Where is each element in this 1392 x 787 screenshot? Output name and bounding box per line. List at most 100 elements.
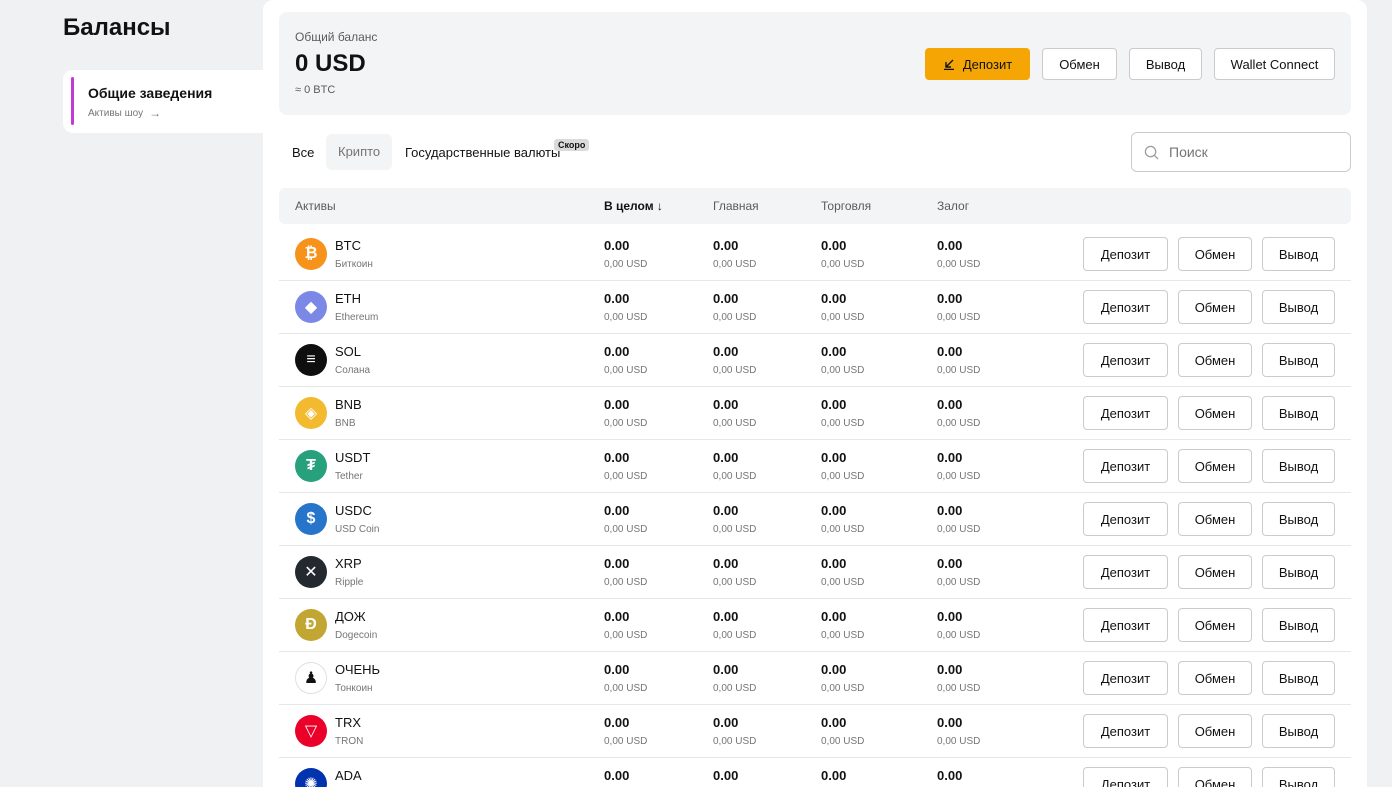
ethereum-icon: ◆ — [295, 291, 327, 323]
tron-icon: ▽ — [295, 715, 327, 747]
row-deposit-button[interactable]: Депозит — [1083, 502, 1168, 536]
main-usd: 0,00 USD — [713, 259, 757, 270]
dogecoin-icon: Ð — [295, 609, 327, 641]
row-deposit-button[interactable]: Депозит — [1083, 555, 1168, 589]
row-withdraw-button[interactable]: Вывод — [1262, 661, 1335, 695]
tab-fiat[interactable]: Государственные валюты — [405, 145, 560, 160]
row-exchange-button[interactable]: Обмен — [1178, 661, 1252, 695]
row-withdraw-button[interactable]: Вывод — [1262, 714, 1335, 748]
usd-coin-icon: $ — [295, 503, 327, 535]
search-icon — [1144, 145, 1159, 159]
cardano-icon: ✺ — [295, 768, 327, 787]
withdraw-button[interactable]: Вывод — [1129, 48, 1202, 80]
total-value: 0.00 — [604, 715, 630, 730]
table-row: Ð ДОЖ Dogecoin 0.00 0,00 USD 0.00 0,00 U… — [279, 599, 1351, 652]
row-withdraw-button[interactable]: Вывод — [1262, 449, 1335, 483]
row-withdraw-button[interactable]: Вывод — [1262, 502, 1335, 536]
main-usd: 0,00 USD — [713, 418, 757, 429]
exchange-button[interactable]: Обмен — [1042, 48, 1117, 80]
row-deposit-button[interactable]: Депозит — [1083, 290, 1168, 324]
row-deposit-button[interactable]: Депозит — [1083, 449, 1168, 483]
collateral-usd: 0,00 USD — [937, 524, 981, 535]
balance-btc: ≈ 0 BTC — [295, 84, 336, 96]
deposit-button[interactable]: Депозит — [925, 48, 1030, 80]
main-usd: 0,00 USD — [713, 683, 757, 694]
asset-symbol: SOL — [335, 344, 362, 359]
total-usd: 0,00 USD — [604, 736, 648, 747]
row-withdraw-button[interactable]: Вывод — [1262, 767, 1335, 787]
row-exchange-button[interactable]: Обмен — [1178, 608, 1252, 642]
row-deposit-button[interactable]: Депозит — [1083, 608, 1168, 642]
total-value: 0.00 — [604, 450, 630, 465]
search-box[interactable] — [1131, 132, 1351, 172]
collateral-value: 0.00 — [937, 291, 963, 306]
search-input[interactable] — [1169, 144, 1339, 160]
trade-value: 0.00 — [821, 768, 847, 783]
row-withdraw-button[interactable]: Вывод — [1262, 343, 1335, 377]
row-withdraw-button[interactable]: Вывод — [1262, 608, 1335, 642]
total-value: 0.00 — [604, 238, 630, 253]
sidebar-item-common-accounts[interactable]: Общие заведения Активы шоу → — [63, 70, 273, 133]
wallet-connect-button[interactable]: Wallet Connect — [1214, 48, 1335, 80]
tab-all[interactable]: Все — [292, 145, 314, 160]
collateral-usd: 0,00 USD — [937, 259, 981, 270]
tab-crypto[interactable]: Крипто — [326, 134, 393, 170]
row-deposit-button[interactable]: Депозит — [1083, 396, 1168, 430]
asset-symbol: BNB — [335, 397, 362, 412]
row-withdraw-button[interactable]: Вывод — [1262, 555, 1335, 589]
trade-value: 0.00 — [821, 397, 847, 412]
main-usd: 0,00 USD — [713, 736, 757, 747]
table-row: ₮ USDT Tether 0.00 0,00 USD 0.00 0,00 US… — [279, 440, 1351, 493]
row-exchange-button[interactable]: Обмен — [1178, 767, 1252, 787]
row-exchange-button[interactable]: Обмен — [1178, 343, 1252, 377]
sidebar-item-link[interactable]: Активы шоу → — [88, 106, 161, 120]
sidebar-item-title: Общие заведения — [88, 85, 213, 101]
asset-name: TRON — [335, 736, 364, 747]
row-exchange-button[interactable]: Обмен — [1178, 396, 1252, 430]
row-withdraw-button[interactable]: Вывод — [1262, 290, 1335, 324]
collateral-value: 0.00 — [937, 238, 963, 253]
row-withdraw-button[interactable]: Вывод — [1262, 396, 1335, 430]
main-value: 0.00 — [713, 397, 739, 412]
total-usd: 0,00 USD — [604, 259, 648, 270]
row-deposit-button[interactable]: Депозит — [1083, 661, 1168, 695]
asset-symbol: ADA — [335, 768, 362, 783]
total-value: 0.00 — [604, 291, 630, 306]
row-deposit-button[interactable]: Депозит — [1083, 767, 1168, 787]
main-value: 0.00 — [713, 238, 739, 253]
asset-name: Ripple — [335, 577, 364, 588]
asset-name: Тонкоин — [335, 683, 373, 694]
table-row: ✺ ADA 0.00 0.00 0.00 0.00 Депозит Обмен … — [279, 758, 1351, 787]
trade-usd: 0,00 USD — [821, 524, 865, 535]
total-value: 0.00 — [604, 397, 630, 412]
sidebar-item-subtitle: Активы шоу — [88, 107, 144, 119]
total-value: 0.00 — [604, 609, 630, 624]
row-exchange-button[interactable]: Обмен — [1178, 237, 1252, 271]
total-value: 0.00 — [604, 768, 630, 783]
row-deposit-button[interactable]: Депозит — [1083, 237, 1168, 271]
row-deposit-button[interactable]: Депозит — [1083, 343, 1168, 377]
trade-usd: 0,00 USD — [821, 365, 865, 376]
table-row: ◆ ETH Ethereum 0.00 0,00 USD 0.00 0,00 U… — [279, 281, 1351, 334]
row-exchange-button[interactable]: Обмен — [1178, 290, 1252, 324]
page-title: Балансы — [63, 14, 171, 41]
sort-down-icon: ↓ — [656, 199, 663, 213]
row-withdraw-button[interactable]: Вывод — [1262, 237, 1335, 271]
trade-usd: 0,00 USD — [821, 736, 865, 747]
row-exchange-button[interactable]: Обмен — [1178, 555, 1252, 589]
collateral-value: 0.00 — [937, 768, 963, 783]
row-exchange-button[interactable]: Обмен — [1178, 449, 1252, 483]
total-value: 0.00 — [604, 662, 630, 677]
asset-symbol: XRP — [335, 556, 362, 571]
total-value: 0.00 — [604, 503, 630, 518]
row-exchange-button[interactable]: Обмен — [1178, 714, 1252, 748]
header-assets: Активы — [295, 199, 336, 213]
table-row: ≡ SOL Солана 0.00 0,00 USD 0.00 0,00 USD… — [279, 334, 1351, 387]
row-deposit-button[interactable]: Депозит — [1083, 714, 1168, 748]
balance-value: 0 USD — [295, 50, 366, 77]
header-total[interactable]: В целом ↓ — [604, 199, 663, 213]
trade-usd: 0,00 USD — [821, 471, 865, 482]
row-exchange-button[interactable]: Обмен — [1178, 502, 1252, 536]
toncoin-icon: ♟ — [295, 662, 327, 694]
trade-usd: 0,00 USD — [821, 577, 865, 588]
